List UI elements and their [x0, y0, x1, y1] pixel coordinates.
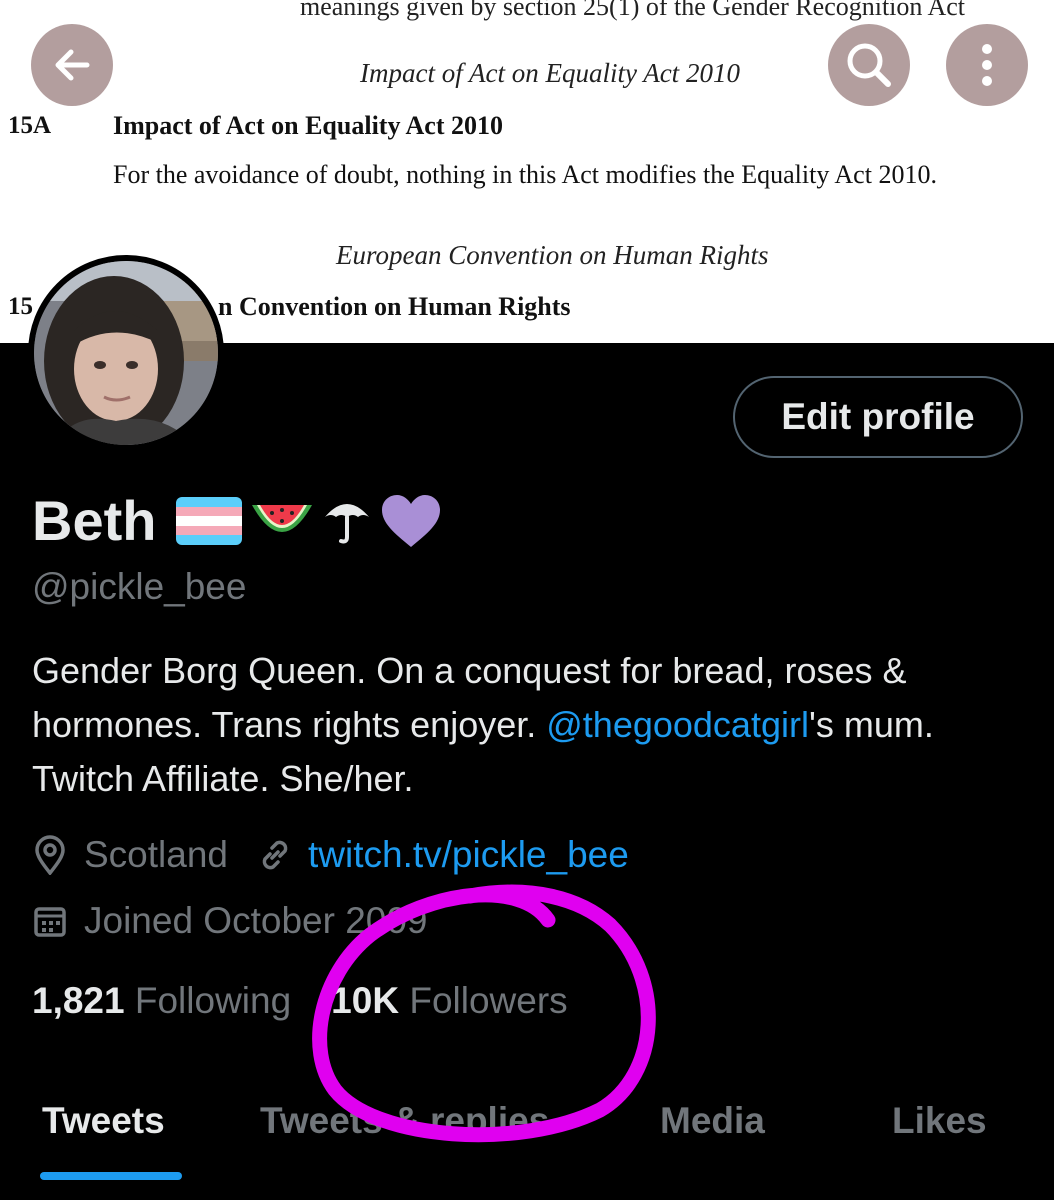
- following-stat[interactable]: 1,821 Following: [32, 980, 291, 1022]
- back-button[interactable]: [31, 24, 113, 106]
- document-section-caption: European Convention on Human Rights: [336, 240, 769, 270]
- tab-likes[interactable]: Likes: [892, 1100, 987, 1142]
- followers-stat[interactable]: 10K Followers: [331, 980, 568, 1022]
- document-section-heading: Impact of Act on Equality Act 2010: [113, 111, 503, 140]
- search-icon: [847, 43, 891, 87]
- following-count: 1,821: [32, 980, 125, 1021]
- name-emojis: [176, 493, 442, 549]
- profile-meta-row: Scotland twitch.tv/pickle_bee: [32, 834, 629, 876]
- tab-media[interactable]: Media: [660, 1100, 765, 1142]
- followers-label: Followers: [409, 980, 568, 1021]
- profile-location: Scotland: [84, 834, 228, 875]
- arrow-left-icon: [55, 49, 90, 81]
- umbrella-icon: [325, 503, 370, 543]
- profile-handle: @pickle_bee: [32, 566, 247, 607]
- document-clipped-line: meanings given by section 25(1) of the G…: [300, 0, 966, 21]
- tab-tweets[interactable]: Tweets: [42, 1100, 165, 1142]
- watermelon-icon: [252, 504, 313, 532]
- document-section-caption: Impact of Act on Equality Act 2010: [360, 58, 740, 88]
- transgender-flag-icon: [176, 496, 243, 545]
- avatar-photo: [34, 261, 218, 445]
- more-vertical-icon: [982, 44, 992, 86]
- search-button[interactable]: [828, 24, 910, 106]
- document-section-heading: n Convention on Human Rights: [218, 292, 571, 321]
- profile-name-row: Beth: [32, 488, 442, 553]
- profile-joined-row: Joined October 2009: [32, 900, 428, 942]
- avatar[interactable]: [28, 255, 224, 451]
- document-section-number: 15A: [8, 112, 52, 139]
- document-section-number: 15: [8, 293, 33, 320]
- profile-website-link[interactable]: twitch.tv/pickle_bee: [308, 834, 629, 876]
- document-section-body: For the avoidance of doubt, nothing in t…: [113, 160, 937, 189]
- followers-count: 10K: [331, 980, 400, 1021]
- bio-mention-link[interactable]: @thegoodcatgirl: [546, 704, 809, 745]
- profile-tabs: Tweets Tweets & replies Media Likes: [0, 1090, 1054, 1200]
- tab-tweets-and-replies[interactable]: Tweets & replies: [260, 1100, 549, 1142]
- profile-stats: 1,821 Following 10K Followers: [32, 980, 568, 1022]
- profile-bio: Gender Borg Queen. On a conquest for bre…: [32, 644, 1022, 806]
- purple-heart-icon: [382, 494, 441, 547]
- following-label: Following: [134, 980, 292, 1021]
- location-pin-icon: [35, 835, 65, 875]
- link-icon: [262, 840, 288, 870]
- calendar-icon: [34, 907, 66, 937]
- edit-profile-button[interactable]: Edit profile: [733, 376, 1023, 458]
- profile-joined-date: Joined October 2009: [84, 900, 428, 941]
- active-tab-indicator: [40, 1172, 182, 1180]
- more-options-button[interactable]: [946, 24, 1028, 106]
- display-name: Beth: [32, 489, 157, 552]
